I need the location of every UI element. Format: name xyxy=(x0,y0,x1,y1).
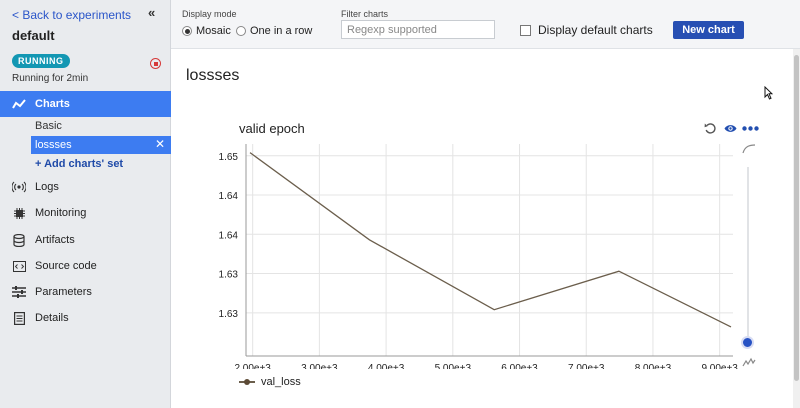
line-chart-icon xyxy=(12,97,26,111)
y-tick-label: 1.63 xyxy=(219,309,239,320)
nav-item-monitoring[interactable]: Monitoring xyxy=(0,200,171,226)
series-line-val_loss xyxy=(249,152,732,328)
code-icon xyxy=(12,259,26,273)
display-mode-label: Display mode xyxy=(182,9,237,19)
legend-entry: val_loss xyxy=(261,376,301,388)
running-duration: Running for 2min xyxy=(12,73,89,84)
radio-label: One in a row xyxy=(250,25,313,37)
add-chart-set-label: + Add charts' set xyxy=(35,158,124,170)
nav-item-label: Charts xyxy=(35,98,70,110)
nav-item-label: Logs xyxy=(35,181,59,193)
chip-icon xyxy=(12,206,26,220)
chart-set-label: Basic xyxy=(35,120,62,132)
legend-swatch xyxy=(239,378,255,386)
add-chart-set-button[interactable]: + Add charts' set xyxy=(0,155,171,173)
stop-experiment-icon[interactable] xyxy=(150,58,161,69)
checkbox-label: Display default charts xyxy=(538,23,653,37)
checkbox-icon xyxy=(520,24,531,36)
nav-item-label: Details xyxy=(35,312,69,324)
x-tick-label: 5.00e+3 xyxy=(435,363,472,369)
mode-radio-mosaic[interactable]: Mosaic xyxy=(182,25,231,37)
radio-unselected-icon xyxy=(236,26,246,36)
nav-item-label: Parameters xyxy=(35,286,92,298)
y-tick-label: 1.64 xyxy=(219,191,239,202)
broadcast-icon xyxy=(12,180,26,194)
nav-item-details[interactable]: Details xyxy=(0,305,171,331)
document-icon xyxy=(12,311,26,325)
nav-item-logs[interactable]: Logs xyxy=(0,174,171,200)
back-to-experiments-link[interactable]: < Back to experiments xyxy=(12,8,131,22)
x-tick-label: 3.00e+3 xyxy=(301,363,338,369)
nav-item-artifacts[interactable]: Artifacts xyxy=(0,227,171,253)
mode-radio-one-in-a-row[interactable]: One in a row xyxy=(236,25,312,37)
chart-legend[interactable]: val_loss xyxy=(239,376,301,388)
filter-charts-input[interactable] xyxy=(341,20,495,39)
nav-item-label: Monitoring xyxy=(35,207,87,219)
x-tick-label: 8.00e+3 xyxy=(635,363,672,369)
chart-set-label: lossses xyxy=(35,139,72,151)
nav-item-parameters[interactable]: Parameters xyxy=(0,279,171,305)
x-tick-label: 6.00e+3 xyxy=(501,363,538,369)
radio-label: Mosaic xyxy=(196,25,231,37)
collapse-sidebar-icon[interactable]: « xyxy=(148,5,155,20)
main-scrollbar[interactable] xyxy=(793,49,800,408)
y-tick-label: 1.63 xyxy=(219,270,239,281)
y-tick-label: 1.65 xyxy=(219,152,239,163)
sliders-icon xyxy=(12,285,26,299)
database-icon xyxy=(12,233,26,247)
line-chart[interactable]: 2.00e+3 3.00e+3 4.00e+3 5.00e+3 6.00e+3 7.00e… xyxy=(171,49,793,369)
x-tick-label: 7.00e+3 xyxy=(568,363,605,369)
experiment-name: default xyxy=(12,28,55,43)
x-tick-label: 9.00e+3 xyxy=(701,363,738,369)
chart-toolbar: Display mode Mosaic One in a row Filter … xyxy=(171,0,800,49)
nav-item-label: Artifacts xyxy=(35,234,75,246)
chart-set-basic[interactable]: Basic xyxy=(0,117,171,135)
nav-item-label: Source code xyxy=(35,260,97,272)
radio-selected-icon xyxy=(182,26,192,36)
nav-item-source-code[interactable]: Source code xyxy=(0,253,171,279)
status-badge: RUNNING xyxy=(12,54,70,68)
chart-set-lossses[interactable]: lossses ✕ xyxy=(31,136,171,154)
y-tick-label: 1.64 xyxy=(219,230,239,241)
filter-charts-label: Filter charts xyxy=(341,9,389,19)
display-default-charts-checkbox[interactable]: Display default charts xyxy=(520,23,653,37)
new-chart-button[interactable]: New chart xyxy=(673,21,744,39)
nav-item-charts[interactable]: Charts xyxy=(0,91,171,117)
x-tick-label: 2.00e+3 xyxy=(234,363,271,369)
sidebar: < Back to experiments « default RUNNING … xyxy=(0,0,171,408)
scrollbar-thumb[interactable] xyxy=(794,55,799,381)
x-tick-label: 4.00e+3 xyxy=(368,363,405,369)
close-icon[interactable]: ✕ xyxy=(155,137,165,151)
